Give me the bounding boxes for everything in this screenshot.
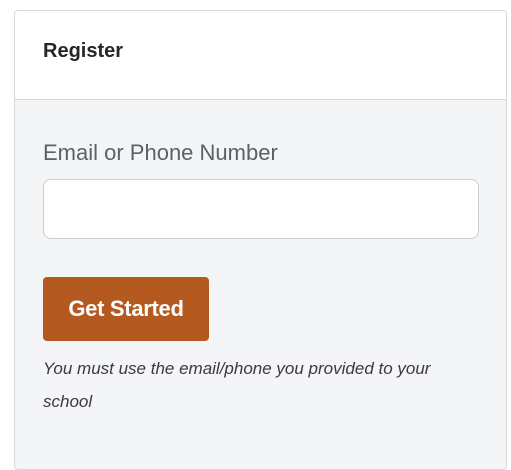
card-title: Register — [43, 39, 124, 62]
email-or-phone-input[interactable] — [43, 179, 479, 239]
email-field-label: Email or Phone Number — [43, 140, 278, 165]
register-card: Register Email or Phone Number Get Start… — [14, 10, 507, 470]
help-text: You must use the email/phone you provide… — [43, 359, 431, 411]
get-started-button[interactable]: Get Started — [43, 277, 209, 341]
card-header: Register — [15, 11, 506, 100]
